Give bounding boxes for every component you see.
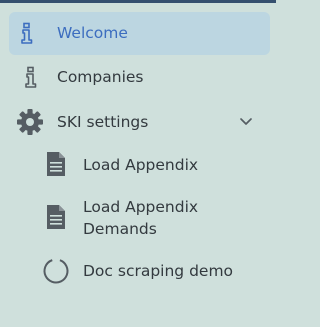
document-icon bbox=[45, 151, 67, 177]
sidebar-subitem-doc-scraping-demo[interactable]: Doc scraping demo bbox=[9, 249, 270, 292]
gear-icon bbox=[16, 108, 44, 136]
info-icon bbox=[21, 66, 41, 88]
sidebar-group-ski-settings[interactable]: SKI settings bbox=[9, 100, 270, 143]
sidebar-item-label: Load Appendix Demands bbox=[83, 198, 199, 238]
sidebar-item-label: Doc scraping demo bbox=[83, 262, 234, 280]
document-icon bbox=[45, 204, 67, 230]
sidebar-item-label: Welcome bbox=[57, 24, 128, 42]
info-icon bbox=[17, 22, 37, 44]
chevron-down-icon[interactable] bbox=[238, 114, 254, 130]
loading-circle-icon bbox=[42, 257, 70, 285]
sidebar-subitem-load-appendix[interactable]: Load Appendix bbox=[9, 143, 270, 186]
sidebar-item-label: SKI settings bbox=[57, 113, 149, 131]
sidebar-item-companies[interactable]: Companies bbox=[9, 56, 270, 99]
sidebar-item-label: Load Appendix bbox=[83, 156, 199, 174]
sidebar-nav: Welcome Companies SKI settings Load Appe… bbox=[0, 0, 276, 327]
sidebar-item-label: Companies bbox=[57, 68, 144, 86]
sidebar-subitem-load-appendix-demands[interactable]: Load Appendix Demands bbox=[9, 190, 270, 246]
sidebar-item-welcome[interactable]: Welcome bbox=[9, 12, 270, 55]
